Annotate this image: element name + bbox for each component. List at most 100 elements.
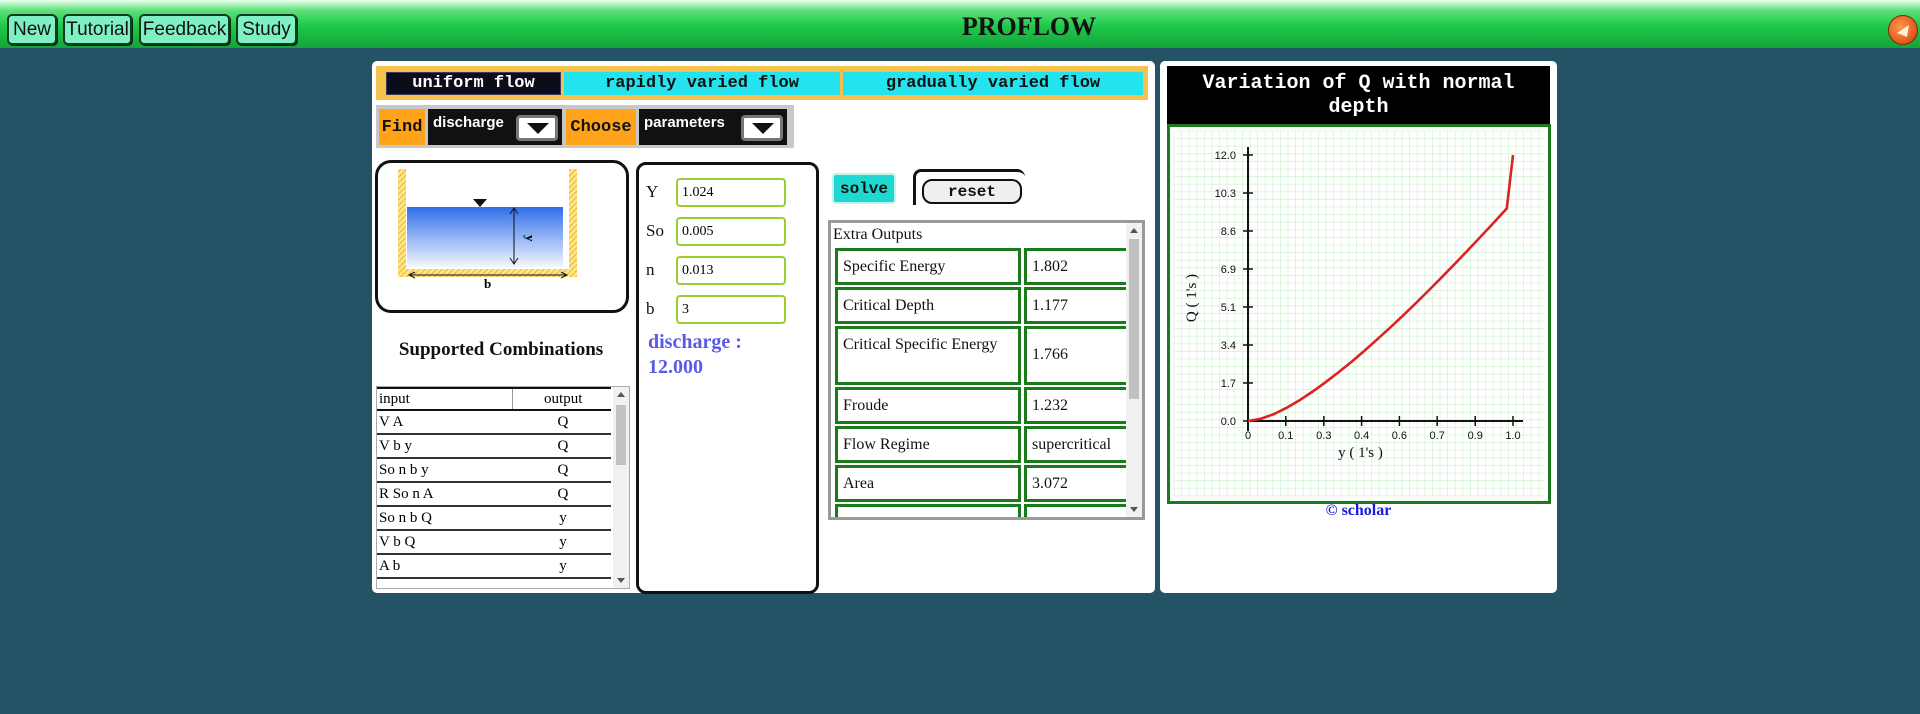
- x-axis-label: y ( 1's ): [1338, 445, 1383, 461]
- x-tick-label: 0.1: [1278, 430, 1293, 442]
- find-bar: Find discharge Choose parameters: [376, 105, 794, 148]
- tab-rapidly-varied-flow[interactable]: rapidly varied flow: [564, 72, 840, 95]
- left-wall: [398, 169, 406, 277]
- scrollbar-thumb[interactable]: [1129, 239, 1139, 399]
- find-select[interactable]: discharge: [428, 109, 562, 145]
- credit-text: © scholar: [1325, 502, 1392, 519]
- extra-output-value: 1.802: [1024, 248, 1130, 285]
- table-row: V b yQ: [377, 434, 611, 459]
- reset-button[interactable]: reset: [922, 179, 1022, 204]
- y-axis-label: Q ( 1's ): [1184, 274, 1200, 322]
- chevron-down-icon: [516, 115, 558, 141]
- combinations-table: input output V AQ V b yQ So n b yQ R So …: [377, 387, 611, 579]
- right-wall: [569, 169, 577, 277]
- extra-output-row: Critical Depth 1.177: [835, 287, 1130, 324]
- input-label-b: b: [646, 299, 655, 318]
- extra-output-value: [1024, 504, 1130, 517]
- extra-outputs-box[interactable]: Extra Outputs Specific Energy 1.802 Crit…: [828, 220, 1145, 520]
- x-tick-label: 0.3: [1316, 430, 1331, 442]
- water-surface-triangle-icon: [473, 199, 487, 207]
- table-row: V b Qy: [377, 530, 611, 555]
- y-tick-label: 10.3: [1215, 188, 1236, 200]
- input-label-y: Y: [646, 182, 659, 201]
- x-tick-label: 0.9: [1468, 430, 1483, 442]
- extra-output-value: 1.177: [1024, 287, 1130, 324]
- cell-output: y: [512, 530, 611, 555]
- extra-output-label: Flow Regime: [835, 426, 1021, 463]
- cell-output: Q: [512, 458, 611, 483]
- chart-panel: Variation of Q with normal depth 0 0.1 0.3…: [1160, 61, 1557, 593]
- x-tick-label: 0: [1245, 430, 1251, 442]
- water-body: [407, 207, 563, 267]
- y-tick-label: 12.0: [1215, 150, 1236, 162]
- width-b-field[interactable]: 3: [676, 294, 786, 324]
- reset-button-frame: reset: [913, 169, 1025, 205]
- extra-output-label: Critical Depth: [835, 287, 1021, 324]
- manning-n-field[interactable]: 0.013: [676, 255, 786, 285]
- input-label-n: n: [646, 260, 655, 279]
- scroll-down-arrow-icon[interactable]: [617, 578, 625, 583]
- discharge-depth-chart: 0 0.1 0.3 0.4 0.6 0.7 0.9 1.0 0.0 1.7 3.4 5.1 6.9 8.6…: [1173, 130, 1544, 497]
- cell-output: Q: [512, 482, 611, 507]
- width-label: b: [484, 276, 491, 291]
- cell-input: V A: [377, 410, 513, 435]
- extra-output-value: 3.072: [1024, 465, 1130, 502]
- find-label: Find: [379, 109, 425, 145]
- extra-output-row-partial: [835, 504, 1130, 517]
- cell-output: Q: [512, 434, 611, 459]
- result-label: discharge :: [648, 331, 742, 353]
- cell-input: So n b Q: [377, 506, 513, 531]
- orange-circle-icon[interactable]: [1888, 15, 1918, 45]
- cell-input: R So n A: [377, 482, 513, 507]
- extra-output-row: Froude 1.232: [835, 387, 1130, 424]
- slope-so-field[interactable]: 0.005: [676, 216, 786, 246]
- table-row: R So n AQ: [377, 482, 611, 507]
- input-row-y: Y 1.024: [646, 177, 786, 207]
- supported-combinations-title: Supported Combinations: [398, 339, 604, 360]
- cell-output: y: [512, 506, 611, 531]
- combinations-table-container[interactable]: input output V AQ V b yQ So n b yQ R So …: [376, 386, 630, 589]
- y-tick-label: 6.9: [1221, 264, 1236, 276]
- input-row-b: b 3: [646, 294, 786, 324]
- tab-gradually-varied-flow[interactable]: gradually varied flow: [843, 72, 1143, 95]
- scroll-up-arrow-icon[interactable]: [1130, 228, 1138, 233]
- extra-output-value: 1.232: [1024, 387, 1130, 424]
- chevron-down-icon: [741, 115, 783, 141]
- flow-tab-bar: uniform flow rapidly varied flow gradual…: [376, 66, 1148, 100]
- cell-input: V b y: [377, 434, 513, 459]
- result-value: 12.000: [648, 356, 703, 378]
- table-row: V AQ: [377, 410, 611, 435]
- x-tick-label: 0.7: [1430, 430, 1445, 442]
- tab-uniform-flow[interactable]: uniform flow: [386, 72, 561, 95]
- scroll-up-arrow-icon[interactable]: [617, 392, 625, 397]
- depth-label: y: [523, 235, 538, 242]
- extra-outputs-scrollbar[interactable]: [1126, 223, 1142, 517]
- y-tick-label: 5.1: [1221, 302, 1236, 314]
- result-output: discharge : 12.000: [648, 330, 808, 380]
- scrollbar-thumb[interactable]: [616, 405, 626, 465]
- extra-output-label: Area: [835, 465, 1021, 502]
- extra-output-label: [835, 504, 1021, 517]
- column-header-input: input: [377, 387, 513, 411]
- solve-button[interactable]: solve: [832, 173, 896, 204]
- cell-output: y: [512, 554, 611, 579]
- cell-input: V b Q: [377, 530, 513, 555]
- x-tick-label: 1.0: [1505, 430, 1520, 442]
- x-tick-label: 0.6: [1392, 430, 1407, 442]
- chart-title: Variation of Q with normal depth: [1167, 66, 1550, 124]
- input-row-so: So 0.005: [646, 216, 786, 246]
- column-header-output: output: [512, 387, 611, 411]
- cell-input: So n b y: [377, 458, 513, 483]
- extra-output-row: Flow Regime supercritical: [835, 426, 1130, 463]
- combinations-scrollbar[interactable]: [613, 387, 629, 588]
- scroll-down-arrow-icon[interactable]: [1130, 507, 1138, 512]
- y-tick-label: 3.4: [1221, 340, 1236, 352]
- table-row: A by: [377, 554, 611, 579]
- cell-output: Q: [512, 410, 611, 435]
- depth-y-field[interactable]: 1.024: [676, 177, 786, 207]
- extra-output-row: Area 3.072: [835, 465, 1130, 502]
- extra-output-label: Specific Energy: [835, 248, 1021, 285]
- choose-select-value: parameters: [644, 114, 725, 131]
- y-tick-label: 1.7: [1221, 378, 1236, 390]
- choose-select[interactable]: parameters: [639, 109, 787, 145]
